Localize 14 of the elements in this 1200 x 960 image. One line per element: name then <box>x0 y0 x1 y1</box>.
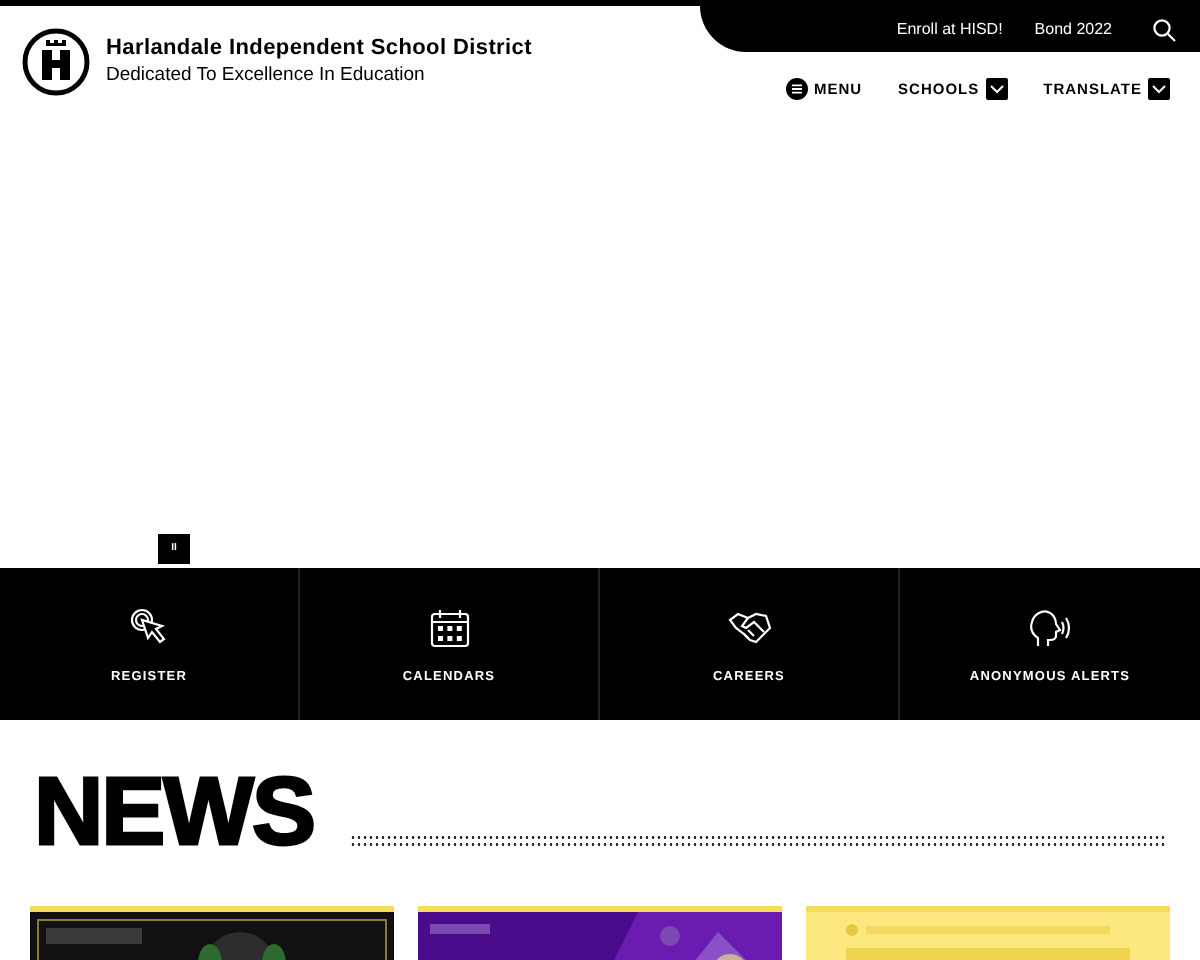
handshake-icon <box>727 608 771 649</box>
logo-icon[interactable] <box>22 28 90 96</box>
speaking-head-icon <box>1028 608 1072 649</box>
site-title[interactable]: Harlandale Independent School District <box>106 38 532 61</box>
site-tagline: Dedicated To Excellence In Education <box>106 66 427 86</box>
menu-icon <box>785 78 808 101</box>
calendar-icon <box>429 608 469 649</box>
search-icon[interactable] <box>1152 17 1176 41</box>
caret-icon <box>985 78 1008 101</box>
utility-link[interactable]: Bond 2022 <box>1034 17 1112 41</box>
pointer-icon <box>127 608 171 649</box>
caret-icon <box>1148 78 1170 101</box>
news-heading: NEWS <box>34 770 314 858</box>
utility-link[interactable]: Enroll at HISD! <box>896 17 1003 41</box>
